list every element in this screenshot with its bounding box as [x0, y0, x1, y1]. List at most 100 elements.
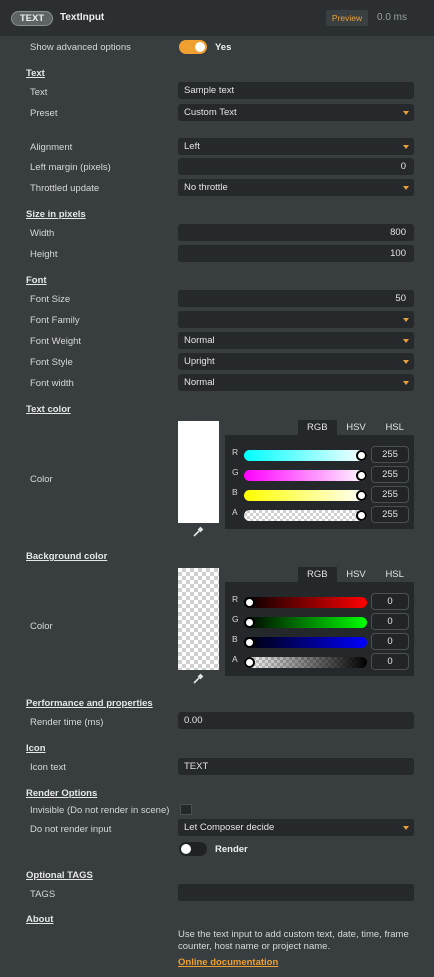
blue-slider[interactable] — [244, 637, 367, 648]
alignment-select[interactable]: Left — [178, 138, 414, 155]
eyedropper-icon[interactable] — [192, 673, 204, 685]
icon-text-label: Icon text — [30, 762, 66, 773]
background-color-mode-tabs: RGB HSV HSL — [298, 567, 415, 582]
green-slider[interactable] — [244, 470, 367, 481]
render-time-readout: 0.0 ms — [377, 12, 408, 23]
slider-thumb[interactable] — [356, 510, 367, 521]
width-input[interactable]: 800 — [178, 224, 414, 241]
preset-label: Preset — [30, 108, 58, 119]
tab-hsl[interactable]: HSL — [375, 567, 415, 582]
node-badge[interactable]: TEXT — [11, 11, 53, 26]
invisible-label: Invisible (Do not render in scene) — [30, 805, 170, 816]
render-time-field: 0.00 — [178, 712, 414, 729]
channel-label: R — [232, 447, 239, 457]
section-size: Size in pixels — [26, 209, 86, 220]
slider-thumb[interactable] — [244, 597, 255, 608]
tab-rgb[interactable]: RGB — [298, 567, 337, 582]
section-render-options: Render Options — [26, 788, 98, 799]
slider-thumb[interactable] — [244, 617, 255, 628]
advanced-options-value: Yes — [215, 42, 232, 53]
channel-value-input[interactable]: 255 — [371, 506, 409, 523]
channel-value-input[interactable]: 0 — [371, 633, 409, 650]
font-size-label: Font Size — [30, 294, 71, 305]
do-not-render-input-select[interactable]: Let Composer decide — [178, 819, 414, 836]
width-label: Width — [30, 228, 55, 239]
eyedropper-icon[interactable] — [192, 526, 204, 538]
red-slider[interactable] — [244, 450, 367, 461]
channel-value-input[interactable]: 0 — [371, 613, 409, 630]
toggle-knob — [181, 844, 191, 854]
advanced-options-label: Show advanced options — [30, 42, 131, 53]
blue-slider[interactable] — [244, 490, 367, 501]
do-not-render-input-label: Do not render input — [30, 824, 112, 835]
green-slider[interactable] — [244, 617, 367, 628]
render-toggle-label: Render — [215, 844, 248, 855]
section-font: Font — [26, 275, 47, 286]
tab-rgb[interactable]: RGB — [298, 420, 337, 435]
text-color-swatch[interactable] — [178, 421, 219, 523]
channel-row-g: G 0 — [225, 612, 414, 632]
section-text-color: Text color — [26, 404, 71, 415]
slider-thumb[interactable] — [356, 490, 367, 501]
render-time-label: Render time (ms) — [30, 717, 104, 728]
section-performance: Performance and properties — [26, 698, 153, 709]
font-style-select[interactable]: Upright — [178, 353, 414, 370]
channel-label: A — [232, 654, 238, 664]
red-slider[interactable] — [244, 597, 367, 608]
online-documentation-link[interactable]: Online documentation — [178, 957, 278, 968]
node-title: TextInput — [60, 12, 105, 23]
channel-value-input[interactable]: 255 — [371, 466, 409, 483]
alpha-slider[interactable] — [244, 657, 367, 668]
section-text: Text — [26, 68, 45, 79]
icon-text-input[interactable]: TEXT — [178, 758, 414, 775]
font-style-label: Font Style — [30, 357, 73, 368]
font-weight-select[interactable]: Normal — [178, 332, 414, 349]
channel-value-input[interactable]: 0 — [371, 653, 409, 670]
font-width-label: Font width — [30, 378, 74, 389]
tab-hsv[interactable]: HSV — [336, 420, 376, 435]
channel-row-b: B 255 — [225, 485, 414, 505]
height-input[interactable]: 100 — [178, 245, 414, 262]
channel-row-r: R 0 — [225, 592, 414, 612]
channel-row-a: A 0 — [225, 652, 414, 672]
channel-value-input[interactable]: 255 — [371, 446, 409, 463]
channel-label: B — [232, 634, 238, 644]
tab-hsl[interactable]: HSL — [375, 420, 415, 435]
left-margin-input[interactable]: 0 — [178, 158, 414, 175]
font-size-input[interactable]: 50 — [178, 290, 414, 307]
background-color-label: Color — [30, 621, 53, 632]
channel-label: G — [232, 467, 239, 477]
section-icon: Icon — [26, 743, 46, 754]
alpha-slider[interactable] — [244, 510, 367, 521]
font-weight-label: Font Weight — [30, 336, 82, 347]
background-color-swatch[interactable] — [178, 568, 219, 670]
channel-value-input[interactable]: 255 — [371, 486, 409, 503]
slider-thumb[interactable] — [244, 657, 255, 668]
channel-row-g: G 255 — [225, 465, 414, 485]
invisible-checkbox[interactable] — [180, 804, 192, 815]
font-width-select[interactable]: Normal — [178, 374, 414, 391]
font-family-label: Font Family — [30, 315, 80, 326]
slider-thumb[interactable] — [244, 637, 255, 648]
tab-hsv[interactable]: HSV — [336, 567, 376, 582]
throttle-select[interactable]: No throttle — [178, 179, 414, 196]
preview-button[interactable]: Preview — [326, 10, 368, 26]
channel-label: A — [232, 507, 238, 517]
slider-thumb[interactable] — [356, 470, 367, 481]
render-toggle[interactable] — [179, 842, 207, 856]
font-family-select[interactable] — [178, 311, 414, 328]
slider-thumb[interactable] — [356, 450, 367, 461]
about-text-line-2: counter, host name or project name. — [178, 941, 331, 952]
about-text-line-1: Use the text input to add custom text, d… — [178, 929, 409, 940]
text-label: Text — [30, 87, 48, 98]
node-header: TEXT TextInput Preview 0.0 ms — [0, 0, 434, 36]
advanced-options-toggle[interactable] — [179, 40, 207, 54]
channel-row-r: R 255 — [225, 445, 414, 465]
text-color-sliders: R 255 G 255 B 255 A 255 — [225, 435, 414, 529]
text-input[interactable]: Sample text — [178, 82, 414, 99]
channel-value-input[interactable]: 0 — [371, 593, 409, 610]
preset-select[interactable]: Custom Text — [178, 104, 414, 121]
tags-label: TAGS — [30, 889, 56, 900]
tags-input[interactable] — [178, 884, 414, 901]
section-background-color: Background color — [26, 551, 108, 562]
